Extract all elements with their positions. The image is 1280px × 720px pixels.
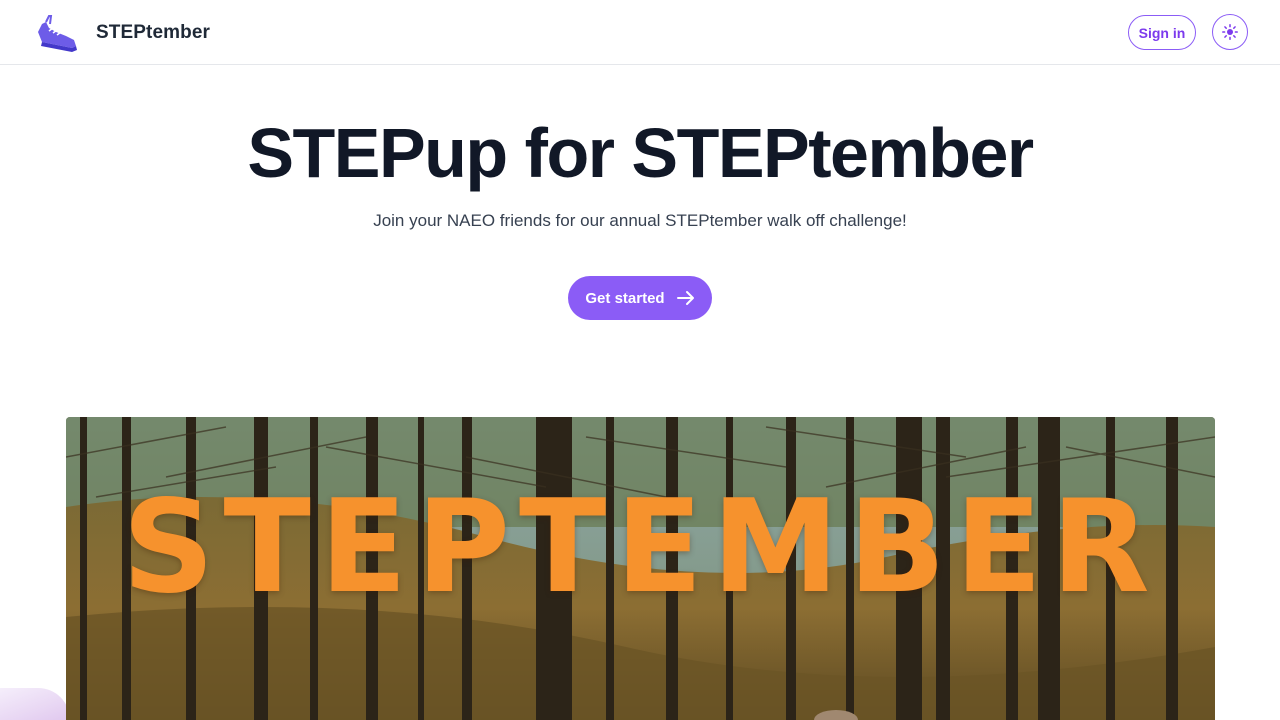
sun-icon <box>1222 24 1238 40</box>
arrow-right-icon <box>676 291 694 305</box>
get-started-button[interactable]: Get started <box>568 276 712 320</box>
top-navbar: STEPtember Sign in <box>0 0 1280 65</box>
brand[interactable]: STEPtember <box>32 10 210 54</box>
hero-subtitle: Join your NAEO friends for our annual ST… <box>373 211 907 230</box>
decorative-shape <box>0 688 70 720</box>
hero-title: STEPup for STEPtember <box>247 114 1034 192</box>
get-started-label: Get started <box>585 289 665 307</box>
sign-in-button[interactable]: Sign in <box>1128 15 1196 50</box>
theme-toggle-button[interactable] <box>1212 14 1248 50</box>
shoe-icon <box>38 15 77 52</box>
brand-name: STEPtember <box>96 22 210 43</box>
banner-title: STEPTEMBER <box>122 473 1159 622</box>
